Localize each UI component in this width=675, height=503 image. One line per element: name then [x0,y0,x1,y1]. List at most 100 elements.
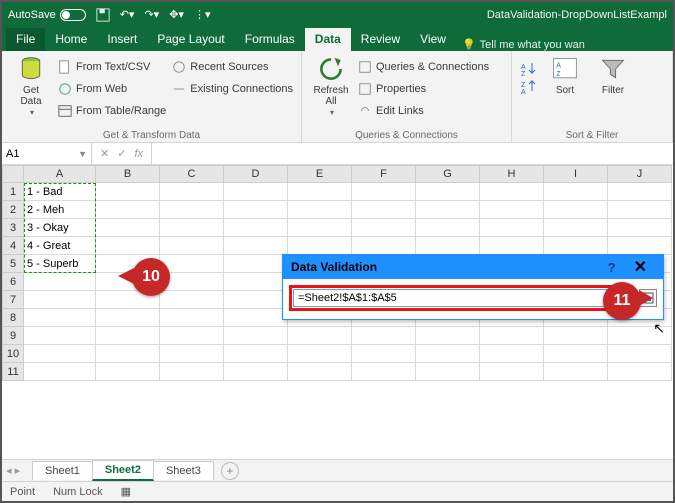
properties-button[interactable]: Properties [358,79,489,99]
tab-file[interactable]: File [6,28,45,51]
cell[interactable] [608,237,672,255]
help-icon[interactable]: ? [598,260,626,275]
row-header[interactable]: 9 [2,327,24,345]
cell[interactable]: 2 - Meh [24,201,96,219]
cell[interactable]: 4 - Great [24,237,96,255]
cell[interactable] [224,345,288,363]
row-header[interactable]: 2 [2,201,24,219]
col-header[interactable]: B [96,165,160,183]
from-table-button[interactable]: From Table/Range [58,101,166,121]
row-header[interactable]: 4 [2,237,24,255]
cell[interactable] [416,183,480,201]
tab-page-layout[interactable]: Page Layout [147,28,234,51]
col-header[interactable]: E [288,165,352,183]
cell[interactable] [416,201,480,219]
cell[interactable] [96,309,160,327]
cell[interactable] [160,363,224,381]
cell[interactable] [24,327,96,345]
cell[interactable] [608,345,672,363]
close-icon[interactable]: ✕ [626,257,655,277]
undo-icon[interactable]: ↶▾ [120,8,135,21]
sheet-tab-2[interactable]: Sheet2 [92,460,154,481]
mouse-icon[interactable]: ✥▾ [169,8,184,21]
autosave-toggle[interactable]: AutoSave [8,9,86,21]
source-input[interactable] [293,289,629,307]
cell[interactable] [544,237,608,255]
row-header[interactable]: 8 [2,309,24,327]
cell[interactable] [96,345,160,363]
row-header[interactable]: 6 [2,273,24,291]
tab-data[interactable]: Data [305,28,351,51]
cell[interactable] [352,345,416,363]
cell[interactable] [608,219,672,237]
cell[interactable] [352,219,416,237]
cell[interactable] [160,237,224,255]
from-text-csv-button[interactable]: From Text/CSV [58,57,166,77]
cell[interactable] [544,327,608,345]
cell[interactable] [160,201,224,219]
cell[interactable] [288,363,352,381]
new-sheet-button[interactable]: + [221,462,239,480]
cell[interactable]: 5 - Superb [24,255,96,273]
cell[interactable] [416,345,480,363]
sheet-tab-3[interactable]: Sheet3 [153,461,214,480]
dialog-title-bar[interactable]: Data Validation ? ✕ [283,255,663,279]
cell[interactable] [96,183,160,201]
cell[interactable] [352,363,416,381]
fx-icon[interactable]: fx [134,148,143,160]
recent-sources-button[interactable]: Recent Sources [172,57,293,77]
cancel-formula-icon[interactable]: ✕ [100,147,109,160]
tab-view[interactable]: View [410,28,456,51]
col-header[interactable]: C [160,165,224,183]
cell[interactable] [480,345,544,363]
col-header[interactable]: A [24,165,96,183]
cell[interactable] [480,219,544,237]
cell[interactable] [224,363,288,381]
col-header[interactable]: G [416,165,480,183]
cell[interactable] [288,201,352,219]
cell[interactable] [160,219,224,237]
row-header[interactable]: 11 [2,363,24,381]
sort-button[interactable]: AZ Sort [544,55,586,96]
cell[interactable]: 1 - Bad [24,183,96,201]
cell[interactable] [352,183,416,201]
col-header[interactable]: H [480,165,544,183]
refresh-all-button[interactable]: Refresh All [310,55,352,118]
cell[interactable] [544,345,608,363]
tab-formulas[interactable]: Formulas [235,28,305,51]
cell[interactable] [480,237,544,255]
cell[interactable] [224,183,288,201]
save-icon[interactable] [96,8,110,22]
cell[interactable] [544,363,608,381]
formula-input[interactable] [151,143,673,164]
cell[interactable] [224,309,288,327]
cell[interactable] [480,327,544,345]
existing-connections-button[interactable]: Existing Connections [172,79,293,99]
cell[interactable] [224,327,288,345]
cell[interactable] [24,345,96,363]
sheet-tab-1[interactable]: Sheet1 [32,461,93,480]
tab-insert[interactable]: Insert [97,28,147,51]
sort-az-button[interactable]: AZ [520,61,538,77]
cell[interactable] [608,363,672,381]
cell[interactable] [352,327,416,345]
cell[interactable] [288,345,352,363]
cell[interactable] [416,219,480,237]
row-header[interactable]: 5 [2,255,24,273]
more-icon[interactable]: ⋮▾ [194,8,211,21]
sort-za-button[interactable]: ZA [520,79,538,95]
cell[interactable] [96,363,160,381]
cell[interactable] [352,201,416,219]
col-header[interactable]: F [352,165,416,183]
sheet-nav-arrows[interactable]: ◂ ▸ [6,464,20,477]
cell[interactable] [224,255,288,273]
cell[interactable] [96,327,160,345]
cell[interactable]: 3 - Okay [24,219,96,237]
cell[interactable] [224,201,288,219]
cell[interactable] [544,183,608,201]
cell[interactable] [480,363,544,381]
name-box[interactable]: A1 ▼ [2,143,92,164]
tab-review[interactable]: Review [351,28,410,51]
cell[interactable] [24,309,96,327]
cell[interactable] [96,237,160,255]
